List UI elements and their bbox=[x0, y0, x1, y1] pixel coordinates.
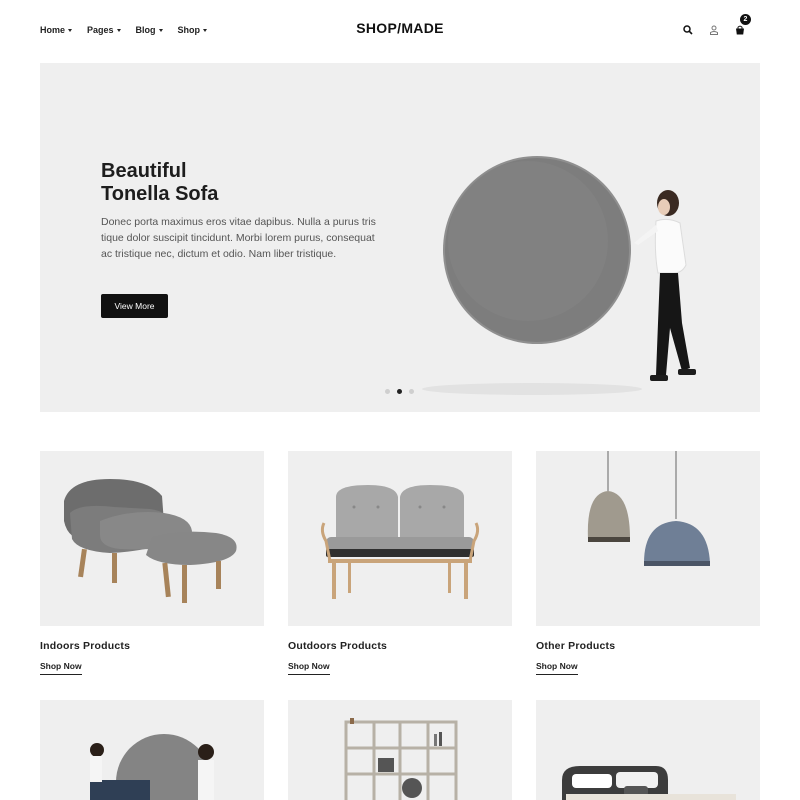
shop-now-link[interactable]: Shop Now bbox=[288, 661, 330, 675]
product-card-other: Other Products Shop Now bbox=[536, 451, 760, 675]
hero-title: Beautiful Tonella Sofa bbox=[101, 160, 219, 205]
search-icon[interactable] bbox=[682, 24, 694, 36]
product-card-outdoors: Outdoors Products Shop Now bbox=[288, 451, 512, 675]
view-more-button[interactable]: View More bbox=[101, 294, 168, 318]
product-image-pendant-lamps[interactable] bbox=[536, 451, 760, 626]
site-logo[interactable]: SHOP/MADE bbox=[0, 20, 800, 36]
slider-dot-1[interactable] bbox=[385, 389, 390, 394]
hero-description: Donec porta maximus eros vitae dapibus. … bbox=[101, 216, 376, 260]
header-icons: 2 bbox=[682, 14, 751, 36]
hero-slider: Beautiful Tonella Sofa Donec porta maxim… bbox=[40, 63, 760, 412]
product-card-indoors: Indoors Products Shop Now bbox=[40, 451, 264, 675]
site-header: Home Pages Blog Shop SHOP/MADE 2 bbox=[0, 0, 800, 62]
product-title: Indoors Products bbox=[40, 640, 131, 652]
slider-dot-2[interactable] bbox=[397, 389, 402, 394]
product-title: Other Products bbox=[536, 640, 616, 652]
hero-image bbox=[422, 156, 696, 395]
cart-count-badge: 2 bbox=[740, 14, 751, 25]
product-image-armchair[interactable] bbox=[40, 451, 264, 626]
shop-now-link[interactable]: Shop Now bbox=[536, 661, 578, 675]
shop-now-link[interactable]: Shop Now bbox=[40, 661, 82, 675]
user-icon[interactable] bbox=[708, 24, 720, 36]
product-image-partial-1[interactable] bbox=[40, 700, 264, 800]
product-title: Outdoors Products bbox=[288, 640, 388, 652]
cart-icon[interactable]: 2 bbox=[734, 14, 751, 36]
product-image-partial-3[interactable] bbox=[536, 700, 760, 800]
slider-dot-3[interactable] bbox=[409, 389, 414, 394]
slider-dots bbox=[385, 389, 414, 394]
product-image-loveseat[interactable] bbox=[288, 451, 512, 626]
product-image-partial-2[interactable] bbox=[288, 700, 512, 800]
